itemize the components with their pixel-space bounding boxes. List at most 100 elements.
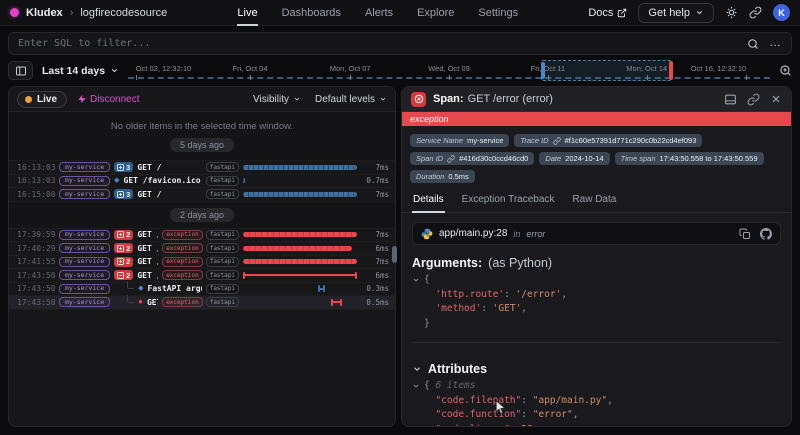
theme-toggle-button[interactable]	[725, 6, 738, 19]
source-location-card[interactable]: app/main.py:28 in error	[412, 222, 781, 245]
live-status-dot	[25, 96, 32, 103]
span-count-badge[interactable]: 2	[114, 270, 133, 280]
time-group-band: No older items in the selected time wind…	[9, 112, 395, 161]
time-range-select[interactable]: Last 14 days	[42, 65, 119, 77]
code-token: :	[521, 408, 532, 423]
code-line: { 6 items	[412, 379, 781, 394]
close-icon[interactable]	[770, 93, 782, 105]
span-title: Span:GET /error (error)	[433, 93, 553, 105]
tab-raw-data[interactable]: Raw Data	[571, 190, 617, 213]
log-row[interactable]: 17:41:55my-service2GET /errorexceptionfa…	[9, 256, 395, 270]
nav-item-alerts[interactable]: Alerts	[365, 0, 393, 26]
tab-details[interactable]: Details	[412, 190, 445, 213]
log-row[interactable]: 17:43:50my-service◆FastAPI argumentsfast…	[9, 283, 395, 297]
nav-item-live[interactable]: Live	[237, 0, 257, 26]
breadcrumb-project[interactable]: logfirecodesource	[80, 7, 167, 19]
timeline-track[interactable]: Oct 02, 12:32:10Fri, Oct 04Mon, Oct 07We…	[128, 60, 770, 81]
link-icon[interactable]	[447, 155, 455, 163]
meta-label: Date	[545, 154, 561, 163]
code-token: '/error'	[516, 288, 562, 303]
copy-link-icon[interactable]	[747, 93, 760, 106]
get-help-button[interactable]: Get help	[638, 3, 714, 23]
span-count-badge[interactable]: 2	[114, 257, 133, 267]
meta-label: Duration	[416, 172, 444, 181]
tree-connector	[127, 281, 134, 289]
log-row[interactable]: 17:39:59my-service2GET /errorexceptionfa…	[9, 229, 395, 243]
fastapi-tag-badge: fastapi	[206, 270, 239, 280]
breadcrumb-org[interactable]: Kludex	[26, 7, 63, 19]
docs-label: Docs	[588, 7, 613, 19]
attributes-code-block: { 6 items "code.filepath": "app/main.py"…	[412, 379, 781, 426]
share-link-button[interactable]	[749, 6, 762, 19]
exception-tag-badge: exception	[162, 297, 203, 307]
visibility-dropdown[interactable]: Visibility	[253, 94, 301, 105]
time-ago-pill: 5 days ago	[170, 138, 234, 152]
service-badge: my-service	[59, 189, 110, 199]
span-count-badge[interactable]: 2	[114, 243, 133, 253]
meta-badge-time-span: Time span17:43:50.558 to 17:43:50.559	[615, 152, 764, 165]
timeline-tick-mark	[746, 75, 747, 80]
row-duration: 7ms	[361, 230, 389, 239]
row-timestamp: 16:13:03	[17, 176, 55, 185]
service-badge: my-service	[59, 162, 110, 172]
duration-bar-track	[243, 177, 357, 185]
logfire-logo[interactable]	[10, 8, 19, 17]
duration-bar-track	[243, 285, 357, 293]
nav-item-explore[interactable]: Explore	[417, 0, 454, 26]
default-levels-dropdown[interactable]: Default levels	[315, 94, 387, 105]
arguments-code-block: { 'http.route': '/error', 'method': 'GET…	[412, 273, 781, 331]
zoom-in-button[interactable]	[779, 64, 792, 77]
collapse-caret-icon[interactable]	[412, 379, 424, 394]
more-options-button[interactable]: …	[769, 36, 782, 52]
row-duration: 0.7ms	[361, 176, 389, 185]
copy-icon[interactable]	[739, 228, 751, 240]
row-duration: 6ms	[361, 271, 389, 280]
timeline-selection[interactable]	[541, 60, 673, 81]
sidebar-toggle-button[interactable]	[8, 61, 33, 80]
row-duration: 0.5ms	[361, 298, 389, 307]
code-token: :	[481, 302, 492, 317]
github-icon[interactable]	[760, 228, 772, 240]
caret-spacer	[412, 317, 424, 332]
dock-panel-icon[interactable]	[724, 93, 737, 106]
log-row[interactable]: 17:43:50my-service●GET /error (error)exc…	[9, 296, 395, 310]
nav-item-dashboards[interactable]: Dashboards	[282, 0, 341, 26]
panel-resize-handle[interactable]	[392, 246, 397, 263]
tab-exception-traceback[interactable]: Exception Traceback	[461, 190, 556, 213]
tree-connector	[127, 295, 134, 303]
source-function: error	[526, 229, 545, 239]
span-count-badge[interactable]: 2	[114, 230, 133, 240]
timeline-selection-end-handle[interactable]	[669, 61, 673, 80]
log-row[interactable]: 16:15:00my-service3GET /fastapi7ms	[9, 188, 395, 202]
link-icon[interactable]	[553, 137, 561, 145]
attributes-heading[interactable]: Attributes	[412, 362, 781, 376]
timeline-selection-start-handle[interactable]	[541, 62, 545, 79]
python-icon	[421, 228, 433, 240]
meta-badge-trace-id: Trace ID#f1c60e57391d771c290c0b22cd4ef09…	[514, 134, 702, 147]
row-title: GET /	[137, 163, 201, 172]
sql-filter-bar: …	[8, 32, 792, 55]
nav-item-settings[interactable]: Settings	[478, 0, 518, 26]
sql-filter-input[interactable]	[18, 38, 737, 49]
log-row[interactable]: 17:43:50my-service2GET /errorexceptionfa…	[9, 269, 395, 283]
row-timestamp: 17:43:50	[17, 271, 55, 280]
breadcrumb-separator: ›	[70, 7, 74, 19]
log-row[interactable]: 16:13:03my-service◆GET /favicon.icofasta…	[9, 175, 395, 189]
log-row[interactable]: 16:13:03my-service3GET /fastapi7ms	[9, 161, 395, 175]
search-icon[interactable]	[747, 38, 759, 50]
code-token: "code.filepath"	[435, 394, 521, 409]
row-title: GET /error	[137, 230, 158, 239]
chevron-down-icon	[110, 66, 119, 75]
disconnect-button[interactable]: Disconnect	[77, 94, 139, 105]
live-button[interactable]: Live	[17, 91, 67, 108]
user-avatar[interactable]: K	[773, 4, 790, 21]
service-badge: my-service	[59, 297, 110, 307]
indent	[424, 408, 435, 423]
span-count-badge[interactable]: 3	[114, 162, 133, 172]
collapse-caret-icon[interactable]	[412, 273, 424, 288]
log-row[interactable]: 17:40:29my-service2GET /errorexceptionfa…	[9, 242, 395, 256]
fastapi-tag-badge: fastapi	[206, 230, 239, 240]
docs-link[interactable]: Docs	[588, 7, 627, 19]
log-rows-list[interactable]: No older items in the selected time wind…	[9, 112, 395, 426]
span-count-badge[interactable]: 3	[114, 189, 133, 199]
